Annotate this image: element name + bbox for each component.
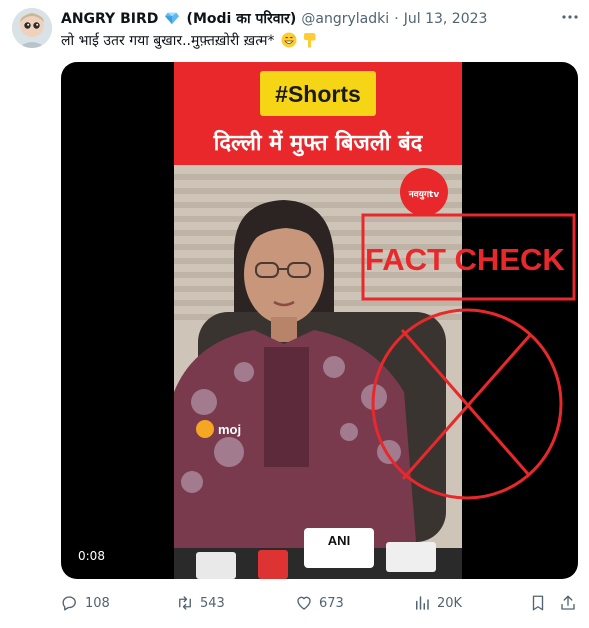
diamond-icon (165, 12, 180, 25)
avatar-image (12, 8, 52, 48)
tweet-header: ANGRY BIRD (Modi का परिवार) @angryladki … (61, 8, 579, 28)
tweet-text: लो भाई उतर गया बुखार..मुफ़्तख़ोरी ख़त्म* (61, 33, 275, 49)
tweet-date[interactable]: Jul 13, 2023 (404, 11, 488, 27)
reply-button[interactable]: 108 (61, 592, 110, 614)
tweet-actions: 108 543 673 20K (61, 592, 578, 614)
repost-icon (179, 596, 191, 610)
views-button[interactable]: 20K (413, 592, 462, 614)
author-name[interactable]: ANGRY BIRD (61, 11, 158, 27)
author-handle[interactable]: @angryladki (301, 11, 389, 27)
like-count: 673 (319, 595, 344, 611)
point-down-emoji-icon (304, 33, 316, 48)
cross-line-a (400, 329, 530, 475)
grin-emoji-icon (281, 32, 297, 48)
views-count: 20K (437, 595, 463, 611)
views-icon (416, 596, 429, 610)
separator-dot: · (394, 11, 399, 27)
video-timestamp: 0:08 (78, 549, 105, 563)
like-icon (297, 596, 311, 610)
reply-count: 108 (85, 595, 110, 611)
fact-check-overlay: FACT CHECK (361, 213, 576, 500)
more-icon[interactable] (561, 9, 579, 25)
repost-button[interactable]: 543 (176, 592, 225, 614)
share-icon (561, 595, 575, 610)
tweet-text-line: लो भाई उतर गया बुखार..मुफ़्तख़ोरी ख़त्म* (61, 31, 317, 50)
bookmark-button[interactable] (529, 592, 547, 614)
like-button[interactable]: 673 (295, 592, 344, 614)
fact-check-text: FACT CHECK (365, 242, 565, 277)
share-button[interactable] (559, 592, 577, 614)
video-player[interactable]: #Shorts दिल्ली में मुफ्त बिजली बंद नवयुग… (61, 62, 578, 579)
repost-count: 543 (200, 595, 225, 611)
bookmark-icon (532, 595, 544, 611)
author-badge-text: (Modi का परिवार) (186, 11, 297, 27)
reply-icon (62, 596, 76, 611)
tweet-card[interactable]: ANGRY BIRD (Modi का परिवार) @angryladki … (0, 0, 589, 628)
avatar[interactable] (12, 8, 52, 48)
